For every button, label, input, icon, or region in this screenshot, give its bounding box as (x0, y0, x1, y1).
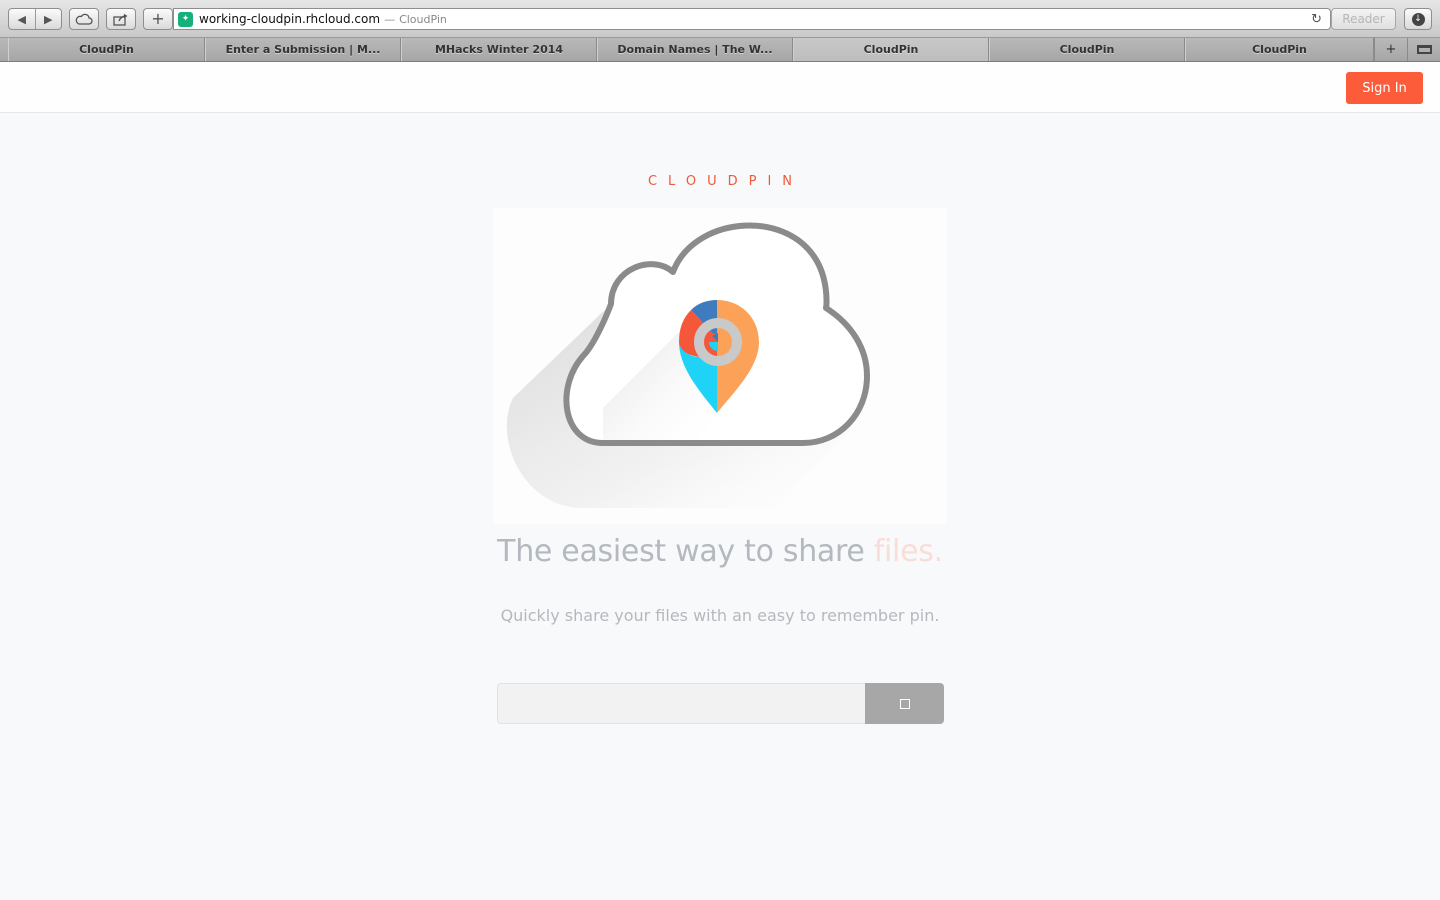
brand-wordmark: CLOUDPIN (647, 174, 803, 189)
pin-input[interactable] (497, 683, 865, 724)
tab-mhacks[interactable]: MHacks Winter 2014 (401, 38, 597, 61)
tab-cloudpin-active[interactable]: CloudPin (793, 38, 989, 61)
download-icon: ↓ (1411, 12, 1425, 26)
cloud-pin-illustration (493, 208, 947, 524)
tab-cloudpin-3[interactable]: CloudPin (989, 38, 1185, 61)
share-icon (113, 13, 128, 26)
reload-icon[interactable]: ↻ (1311, 12, 1322, 27)
icloud-tabs-button[interactable] (69, 8, 99, 30)
site-header: Sign In (0, 62, 1440, 113)
tab-overview-icon (1416, 45, 1432, 54)
add-bookmark-button[interactable]: + (143, 8, 173, 30)
pin-submit-button[interactable] (865, 683, 944, 724)
tagline-main: The easiest way to share (497, 534, 874, 569)
reader-button[interactable]: Reader (1331, 8, 1396, 30)
sign-in-button[interactable]: Sign In (1346, 72, 1423, 104)
tab-cloudpin-4[interactable]: CloudPin (1185, 38, 1374, 61)
downloads-button[interactable]: ↓ (1404, 8, 1432, 30)
share-button[interactable] (106, 8, 136, 30)
address-page-title: CloudPin (399, 12, 447, 26)
back-arrow-icon[interactable]: ◀ (9, 9, 36, 29)
plus-icon: + (151, 9, 165, 28)
tab-overview-button[interactable] (1407, 38, 1440, 61)
browser-toolbar: ◀ ▶ + ✦ working-cloudpin.rhcloud.com — C… (0, 0, 1440, 38)
plus-icon: + (1385, 42, 1397, 57)
subheading: Quickly share your files with an easy to… (500, 606, 940, 625)
pin-form (497, 683, 944, 724)
forward-arrow-icon[interactable]: ▶ (36, 9, 62, 29)
tab-enter-submission[interactable]: Enter a Submission | M... (205, 38, 401, 61)
tagline-accent: files. (873, 534, 943, 569)
tab-domain-names[interactable]: Domain Names | The W... (597, 38, 793, 61)
address-separator: — (384, 12, 396, 26)
cloud-icon (75, 13, 93, 25)
tab-cloudpin-1[interactable]: CloudPin (8, 38, 205, 61)
tagline: The easiest way to share files. (0, 534, 1440, 569)
site-favicon-icon: ✦ (178, 11, 193, 27)
new-tab-button[interactable]: + (1374, 38, 1407, 61)
address-bar[interactable]: ✦ working-cloudpin.rhcloud.com — CloudPi… (173, 8, 1331, 30)
square-icon (899, 698, 910, 709)
tab-bar: CloudPin Enter a Submission | M... MHack… (0, 38, 1440, 62)
cloud-pin-logo-icon (506, 222, 870, 508)
address-host: working-cloudpin.rhcloud.com (199, 12, 381, 26)
nav-buttons: ◀ ▶ (8, 8, 62, 30)
